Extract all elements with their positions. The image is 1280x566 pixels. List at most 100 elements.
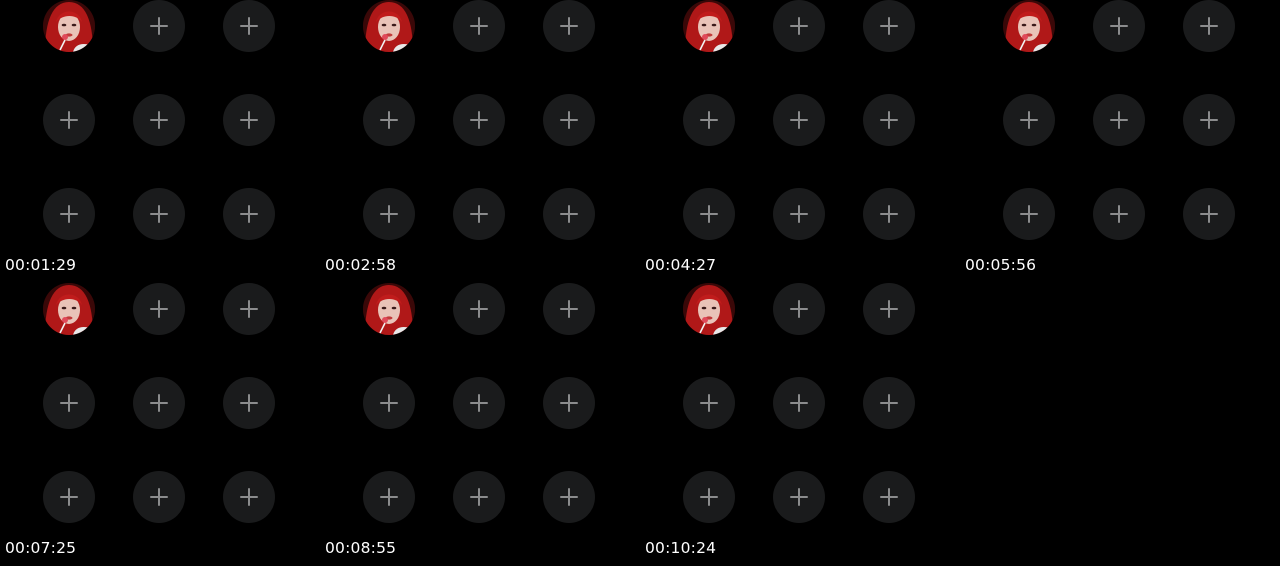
plus-icon: [1200, 205, 1218, 223]
add-slot-button[interactable]: [1183, 94, 1235, 146]
add-slot-button[interactable]: [133, 283, 185, 335]
add-slot-button[interactable]: [773, 0, 825, 52]
avatar-portrait: [43, 283, 95, 335]
plus-icon: [1020, 205, 1038, 223]
add-slot-button[interactable]: [133, 377, 185, 429]
frame-6: 00:08:55: [320, 283, 640, 566]
add-slot-button[interactable]: [863, 377, 915, 429]
plus-icon: [1200, 111, 1218, 129]
avatar[interactable]: [683, 283, 735, 335]
avatar[interactable]: [363, 0, 415, 52]
add-slot-button[interactable]: [223, 188, 275, 240]
add-slot-button[interactable]: [363, 94, 415, 146]
plus-icon: [880, 300, 898, 318]
plus-icon: [560, 300, 578, 318]
add-slot-button[interactable]: [133, 471, 185, 523]
plus-icon: [240, 17, 258, 35]
add-slot-button[interactable]: [683, 377, 735, 429]
add-slot-button[interactable]: [543, 471, 595, 523]
add-slot-button[interactable]: [223, 471, 275, 523]
add-slot-button[interactable]: [863, 0, 915, 52]
plus-icon: [150, 205, 168, 223]
plus-icon: [560, 205, 578, 223]
add-slot-button[interactable]: [543, 188, 595, 240]
plus-icon: [790, 488, 808, 506]
plus-icon: [240, 394, 258, 412]
avatar-portrait: [363, 0, 415, 52]
add-slot-button[interactable]: [223, 283, 275, 335]
add-slot-button[interactable]: [43, 188, 95, 240]
plus-icon: [60, 205, 78, 223]
plus-icon: [790, 17, 808, 35]
add-slot-button[interactable]: [1003, 94, 1055, 146]
add-slot-button[interactable]: [1183, 188, 1235, 240]
add-slot-button[interactable]: [223, 0, 275, 52]
avatar[interactable]: [683, 0, 735, 52]
plus-icon: [700, 394, 718, 412]
plus-icon: [1110, 111, 1128, 129]
frame-timestamp: 00:01:29: [5, 256, 77, 274]
add-slot-button[interactable]: [133, 188, 185, 240]
plus-icon: [470, 300, 488, 318]
add-slot-button[interactable]: [773, 188, 825, 240]
add-slot-button[interactable]: [133, 94, 185, 146]
add-slot-button[interactable]: [543, 0, 595, 52]
add-slot-button[interactable]: [773, 471, 825, 523]
add-slot-button[interactable]: [363, 471, 415, 523]
plus-icon: [380, 111, 398, 129]
add-slot-button[interactable]: [863, 471, 915, 523]
add-slot-button[interactable]: [223, 94, 275, 146]
avatar-portrait: [363, 283, 415, 335]
add-slot-button[interactable]: [683, 94, 735, 146]
plus-icon: [240, 300, 258, 318]
frame-3: 00:04:27: [640, 0, 960, 283]
add-slot-button[interactable]: [453, 283, 505, 335]
avatar-portrait: [683, 283, 735, 335]
add-slot-button[interactable]: [1003, 188, 1055, 240]
add-slot-button[interactable]: [453, 471, 505, 523]
add-slot-button[interactable]: [453, 377, 505, 429]
plus-icon: [470, 205, 488, 223]
add-slot-button[interactable]: [543, 377, 595, 429]
add-slot-button[interactable]: [1093, 94, 1145, 146]
add-slot-button[interactable]: [863, 94, 915, 146]
add-slot-button[interactable]: [1183, 0, 1235, 52]
plus-icon: [240, 205, 258, 223]
plus-icon: [1110, 17, 1128, 35]
add-slot-button[interactable]: [863, 283, 915, 335]
add-slot-button[interactable]: [453, 94, 505, 146]
add-slot-button[interactable]: [543, 283, 595, 335]
add-slot-button[interactable]: [133, 0, 185, 52]
add-slot-button[interactable]: [43, 377, 95, 429]
add-slot-button[interactable]: [43, 471, 95, 523]
add-slot-button[interactable]: [863, 188, 915, 240]
add-slot-button[interactable]: [363, 377, 415, 429]
add-slot-button[interactable]: [43, 94, 95, 146]
add-slot-button[interactable]: [773, 377, 825, 429]
avatar[interactable]: [43, 283, 95, 335]
add-slot-button[interactable]: [453, 188, 505, 240]
frame-timestamp: 00:04:27: [645, 256, 717, 274]
avatar[interactable]: [1003, 0, 1055, 52]
avatar-portrait: [1003, 0, 1055, 52]
add-slot-button[interactable]: [453, 0, 505, 52]
add-slot-button[interactable]: [543, 94, 595, 146]
frame-1: 00:01:29: [0, 0, 320, 283]
plus-icon: [790, 111, 808, 129]
frame-timestamp: 00:10:24: [645, 539, 717, 557]
add-slot-button[interactable]: [223, 377, 275, 429]
plus-icon: [880, 205, 898, 223]
frame-timestamp: 00:02:58: [325, 256, 397, 274]
add-slot-button[interactable]: [773, 94, 825, 146]
add-slot-button[interactable]: [363, 188, 415, 240]
plus-icon: [790, 300, 808, 318]
plus-icon: [60, 111, 78, 129]
add-slot-button[interactable]: [1093, 188, 1145, 240]
plus-icon: [380, 488, 398, 506]
avatar[interactable]: [363, 283, 415, 335]
add-slot-button[interactable]: [773, 283, 825, 335]
add-slot-button[interactable]: [683, 471, 735, 523]
avatar[interactable]: [43, 0, 95, 52]
add-slot-button[interactable]: [683, 188, 735, 240]
add-slot-button[interactable]: [1093, 0, 1145, 52]
